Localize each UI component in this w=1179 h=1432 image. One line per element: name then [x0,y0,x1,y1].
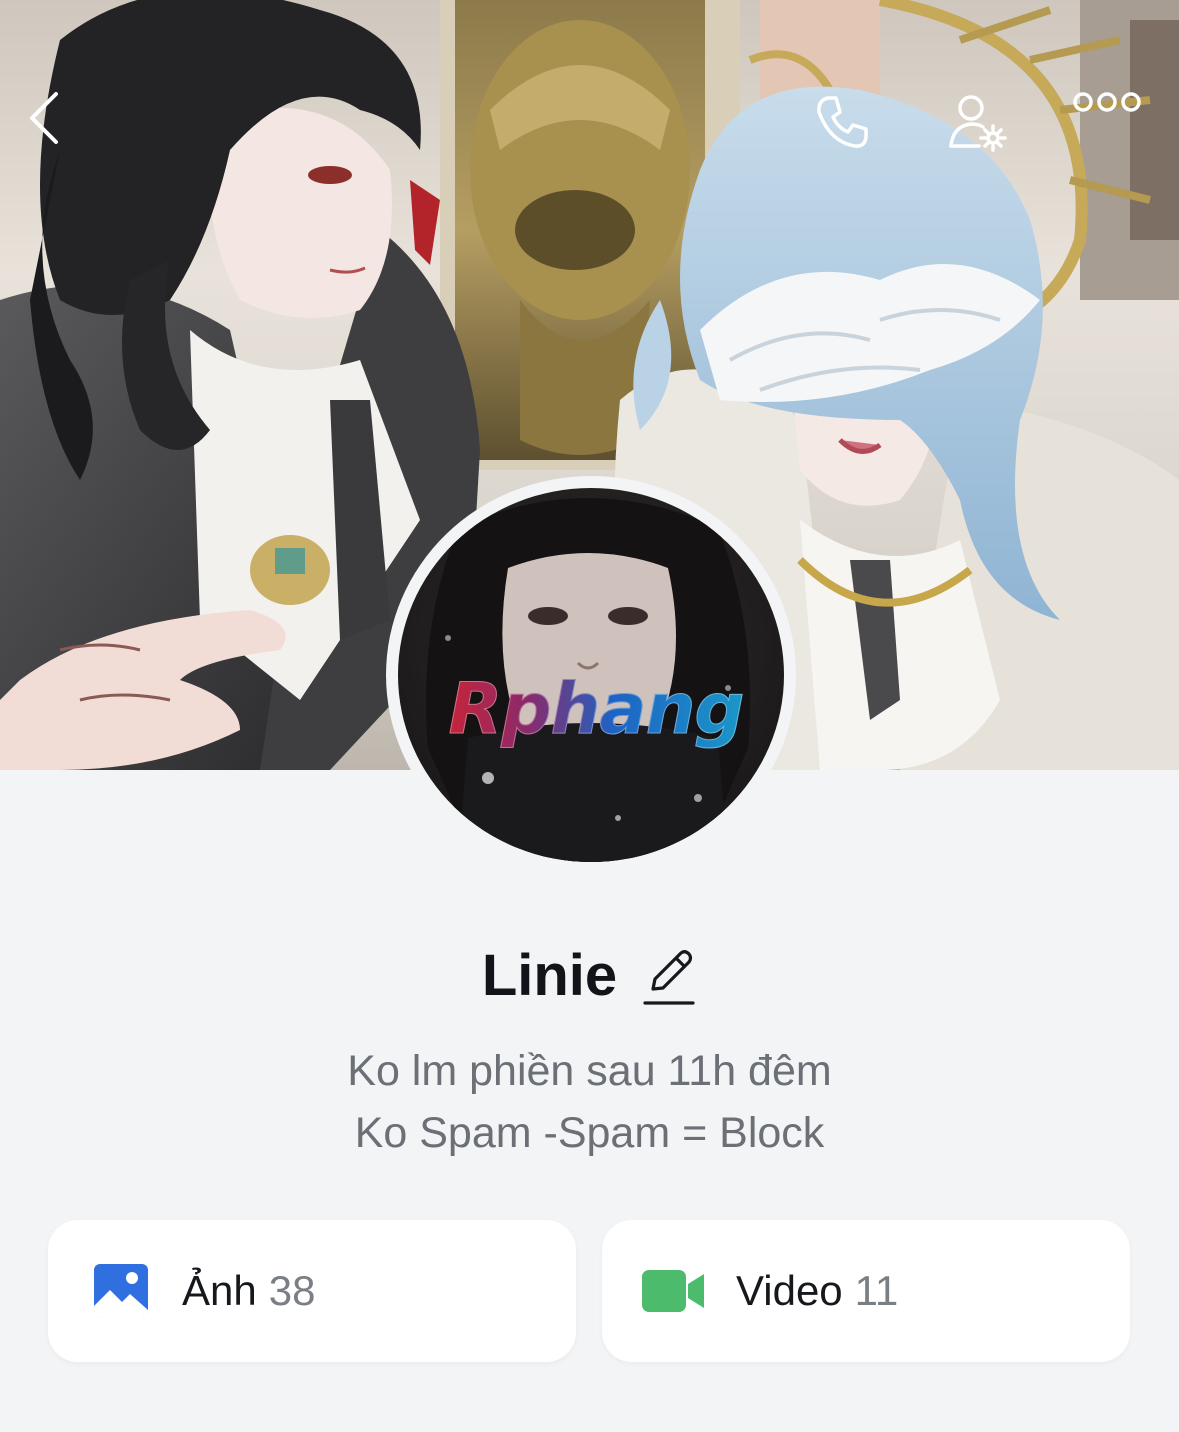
avatar-image: Rphang [398,488,784,862]
contact-settings-button[interactable] [945,90,1025,170]
image-icon [94,1264,148,1318]
videos-card[interactable]: Video 11 [602,1220,1130,1362]
back-button[interactable] [22,90,102,170]
photos-count: 38 [268,1267,316,1314]
person-gear-icon [949,95,1007,152]
videos-count: 11 [854,1267,899,1314]
profile-header-bar [0,90,1179,170]
chevron-left-icon [30,92,58,144]
profile-avatar[interactable]: Rphang [386,476,796,874]
profile-bio: Ko lm phiền sau 11h đêm Ko Spam -Spam = … [0,1040,1179,1164]
bio-line: Ko lm phiền sau 11h đêm [347,1047,832,1095]
photos-card[interactable]: Ảnh 38 [48,1220,576,1362]
more-dots-icon [1073,92,1141,112]
avatar-watermark: Rphang [426,668,766,751]
pencil-icon [643,950,695,1005]
profile-name: Linie [481,942,618,1008]
edit-name-button[interactable] [641,945,697,1009]
call-button[interactable] [810,90,890,170]
photos-label: Ảnh [182,1267,257,1314]
more-options-button[interactable] [1072,90,1152,170]
video-camera-icon [642,1270,704,1312]
bio-line: Ko Spam -Spam = Block [354,1109,825,1157]
profile-name-row: Linie [0,935,1179,1015]
videos-label: Video [736,1267,843,1314]
phone-icon [817,96,868,148]
